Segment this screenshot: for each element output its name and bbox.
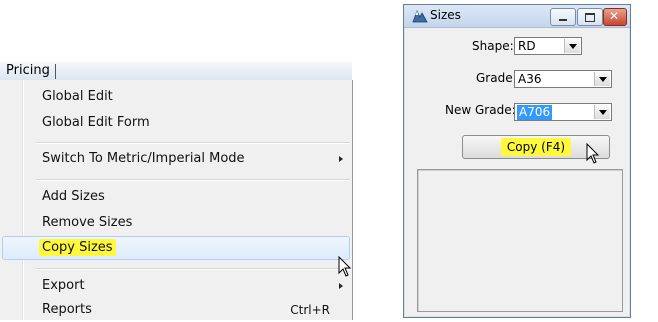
menu-item-label: Reports (42, 302, 92, 317)
close-glyph: ✕ (609, 9, 620, 23)
menu-item-reports[interactable]: Reports Ctrl+R (0, 298, 350, 322)
menu-bar: Pricing (0, 62, 352, 81)
window-title: Sizes (430, 8, 461, 22)
title-bar[interactable]: Sizes ✕ (404, 5, 630, 28)
window-app-icon (412, 9, 428, 23)
menu-item-copy-sizes[interactable]: Copy Sizes (2, 236, 350, 260)
submenu-arrow-icon (339, 283, 343, 289)
mouse-pointer-icon (338, 256, 352, 277)
menu-item-add-sizes[interactable]: Add Sizes (0, 185, 350, 209)
menu-item-label: Switch To Metric/Imperial Mode (42, 151, 245, 166)
dropdown-arrow-icon[interactable] (594, 105, 610, 119)
grade-label: Grade: (476, 71, 517, 85)
new-grade-value: A706 (517, 105, 553, 120)
menu-separator (36, 179, 350, 181)
highlight-mark: Copy Sizes (39, 239, 116, 256)
menu-item-label: Copy Sizes (39, 237, 116, 259)
grade-value: A36 (518, 72, 542, 86)
shape-value: RD (518, 39, 536, 53)
pricing-context-menu: Global Edit Global Edit Form Switch To M… (0, 80, 353, 320)
menu-item-export[interactable]: Export (0, 274, 350, 298)
menu-separator (36, 142, 350, 144)
menu-item-label: Add Sizes (42, 189, 105, 204)
menu-item-label: Global Edit (42, 89, 113, 104)
menu-item-global-edit[interactable]: Global Edit (0, 85, 350, 109)
menu-item-label: Export (42, 278, 85, 293)
results-panel (417, 169, 623, 312)
menu-item-global-edit-form[interactable]: Global Edit Form (0, 111, 350, 135)
maximize-icon[interactable] (577, 8, 603, 26)
submenu-arrow-icon (339, 156, 343, 162)
shape-label: Shape: (472, 39, 514, 53)
menu-item-switch-mode[interactable]: Switch To Metric/Imperial Mode (0, 147, 350, 171)
new-grade-combo[interactable]: A706 (514, 103, 612, 121)
dropdown-arrow-icon[interactable] (594, 72, 610, 86)
minimize-icon[interactable] (550, 8, 576, 26)
mouse-pointer-icon (586, 143, 600, 164)
dropdown-arrow-icon[interactable] (564, 39, 580, 53)
sizes-window: Sizes ✕ Shape: RD Grade: A36 New Grade: … (403, 4, 631, 318)
shape-combo[interactable]: RD (514, 37, 582, 55)
close-icon[interactable]: ✕ (603, 8, 627, 26)
copy-button-label: Copy (F4) (500, 138, 572, 156)
grade-combo[interactable]: A36 (514, 70, 612, 88)
menu-item-label: Global Edit Form (42, 115, 150, 130)
menu-item-label: Remove Sizes (42, 215, 133, 230)
new-grade-label: New Grade: (445, 103, 516, 117)
menu-item-remove-sizes[interactable]: Remove Sizes (0, 211, 350, 235)
menu-separator (36, 268, 350, 270)
menu-pricing[interactable]: Pricing (6, 62, 56, 80)
menu-item-shortcut: Ctrl+R (290, 303, 330, 317)
